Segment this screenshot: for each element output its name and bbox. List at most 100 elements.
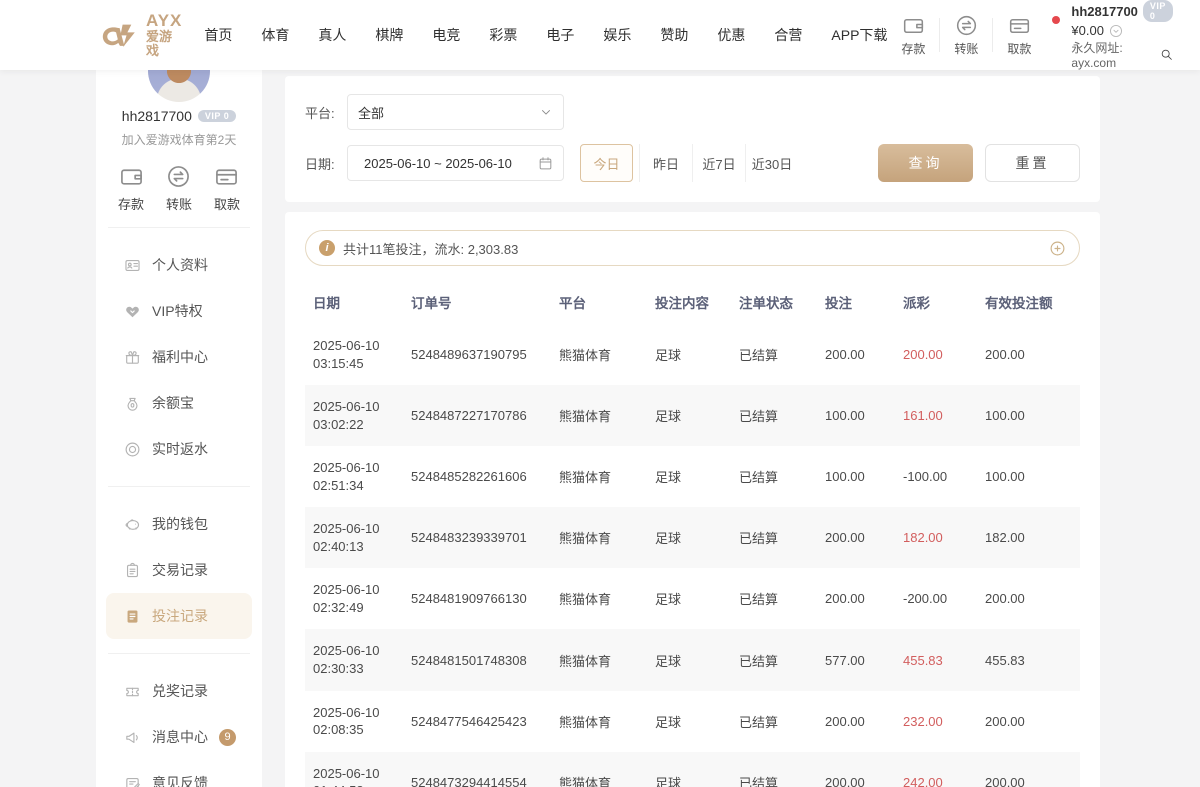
divider [108,486,250,487]
cell-platform: 熊猫体育 [551,507,647,568]
sidebar-quick-actions: 存款 转账 取款 [96,164,262,213]
permanent-site-label: 永久网址: ayx.com [1071,39,1154,70]
cell-payout: 182.00 [895,507,977,568]
range-今日[interactable]: 今日 [580,144,633,182]
sidebar-item-label: VIP特权 [152,301,203,321]
column-header: 投注内容 [647,280,731,324]
column-header: 日期 [305,280,403,324]
nav-item[interactable]: 赞助 [660,25,688,45]
sidebar-quick-取款[interactable]: 取款 [214,164,240,213]
sidebar-item-label: 个人资料 [152,255,208,275]
cell-platform: 熊猫体育 [551,568,647,629]
header-quick-转账[interactable]: 转账 [940,14,992,57]
sidebar-item-label: 消息中心 [152,727,208,747]
date-range-input[interactable]: 2025-06-10 ~ 2025-06-10 [347,145,564,181]
nav-item[interactable]: 真人 [318,25,346,45]
cell-content: 足球 [647,324,731,385]
cell-bet: 200.00 [817,752,895,787]
username[interactable]: hh2817700 [1071,4,1138,19]
sidebar-item-交易记录[interactable]: 交易记录 [106,547,252,593]
nav-item[interactable]: 娱乐 [603,25,631,45]
column-header: 投注 [817,280,895,324]
platform-label: 平台: [305,103,347,122]
nav-item[interactable]: 合营 [774,25,802,45]
chevron-down-icon [539,105,553,119]
cell-valid: 200.00 [977,568,1080,629]
cell-date: 2025-06-1003:15:45 [305,324,403,385]
sidebar-item-label: 余额宝 [152,393,194,413]
reset-button[interactable]: 重置 [985,144,1080,182]
cell-content: 足球 [647,629,731,690]
sidebar-item-意见反馈[interactable]: 意见反馈 [106,760,252,787]
range-昨日[interactable]: 昨日 [639,144,692,182]
table-row: 2025-06-1001:44:58 5248473294414554 熊猫体育… [305,752,1080,787]
cell-order: 5248481909766130 [403,568,551,629]
records-panel: i 共计11笔投注，流水: 2,303.83 日期订单号平台投注内容注单状态投注… [285,212,1100,787]
vip-badge: VIP 0 [1143,0,1173,22]
sidebar-item-我的钱包[interactable]: 我的钱包 [106,501,252,547]
transfer-icon [955,14,978,37]
sidebar-item-福利中心[interactable]: 福利中心 [106,334,252,380]
cell-platform: 熊猫体育 [551,629,647,690]
cell-payout: -200.00 [895,568,977,629]
rebate-icon [124,441,141,458]
nav-item[interactable]: 首页 [204,25,232,45]
sidebar-item-个人资料[interactable]: 个人资料 [106,242,252,288]
balance-refresh-icon[interactable] [1109,24,1123,38]
sidebar-quick-存款[interactable]: 存款 [118,164,144,213]
header-quick-存款[interactable]: 存款 [887,14,939,57]
megaphone-icon [124,729,141,746]
top-header: AYX 爱游戏 首页 体育 真人 棋牌 电竞 彩票 电子 娱乐 赞助 优惠 合营 APP下载 存款 转… [0,0,1200,70]
cell-content: 足球 [647,385,731,446]
cell-content: 足球 [647,691,731,752]
info-icon: i [319,240,335,256]
cell-order: 5248489637190795 [403,324,551,385]
withdraw-card-icon [1008,14,1031,37]
notification-dot [1052,16,1060,24]
nav-item[interactable]: 棋牌 [375,25,403,45]
cell-status: 已结算 [731,446,817,507]
transfer-icon [166,164,191,189]
nav-item[interactable]: 优惠 [717,25,745,45]
sidebar-item-投注记录[interactable]: 投注记录 [106,593,252,639]
column-header: 有效投注额 [977,280,1080,324]
nav-item[interactable]: APP下载 [831,25,887,45]
table-row: 2025-06-1002:32:49 5248481909766130 熊猫体育… [305,568,1080,629]
cell-status: 已结算 [731,629,817,690]
range-近7日[interactable]: 近7日 [692,144,745,182]
sidebar-item-label: 兑奖记录 [152,681,208,701]
nav-item[interactable]: 电竞 [432,25,460,45]
filter-panel: 平台: 全部 日期: 2025-06-10 ~ 2025-06-10 今日昨日近… [285,76,1100,202]
cell-payout: 232.00 [895,691,977,752]
cell-status: 已结算 [731,324,817,385]
money-bag-icon [124,395,141,412]
sidebar-quick-转账[interactable]: 转账 [166,164,192,213]
sidebar-item-VIP特权[interactable]: VIP特权 [106,288,252,334]
sidebar-item-消息中心[interactable]: 消息中心9 [106,714,252,760]
sidebar-item-余额宝[interactable]: 余额宝 [106,380,252,426]
brand-logo[interactable]: AYX 爱游戏 [100,12,182,57]
nav-item[interactable]: 彩票 [489,25,517,45]
header-quick-取款[interactable]: 取款 [993,14,1045,57]
cell-date: 2025-06-1002:51:34 [305,446,403,507]
sidebar-item-实时返水[interactable]: 实时返水 [106,426,252,472]
main-content: 平台: 全部 日期: 2025-06-10 ~ 2025-06-10 今日昨日近… [285,70,1100,787]
platform-select-value: 全部 [358,103,539,122]
sidebar-item-兑奖记录[interactable]: 兑奖记录 [106,668,252,714]
cell-content: 足球 [647,568,731,629]
feedback-icon [124,775,141,787]
query-button[interactable]: 查询 [878,144,973,182]
nav-item[interactable]: 体育 [261,25,289,45]
table-row: 2025-06-1003:15:45 5248489637190795 熊猫体育… [305,324,1080,385]
withdraw-card-icon [214,164,239,189]
table-header-row: 日期订单号平台投注内容注单状态投注派彩有效投注额 [305,280,1080,324]
sidebar-item-label: 实时返水 [152,439,208,459]
cell-bet: 100.00 [817,385,895,446]
range-近30日[interactable]: 近30日 [745,144,798,182]
cell-date: 2025-06-1002:08:35 [305,691,403,752]
calendar-icon [538,156,553,171]
search-icon[interactable] [1160,48,1173,61]
platform-select[interactable]: 全部 [347,94,564,130]
expand-plus-icon[interactable] [1049,240,1066,257]
nav-item[interactable]: 电子 [546,25,574,45]
